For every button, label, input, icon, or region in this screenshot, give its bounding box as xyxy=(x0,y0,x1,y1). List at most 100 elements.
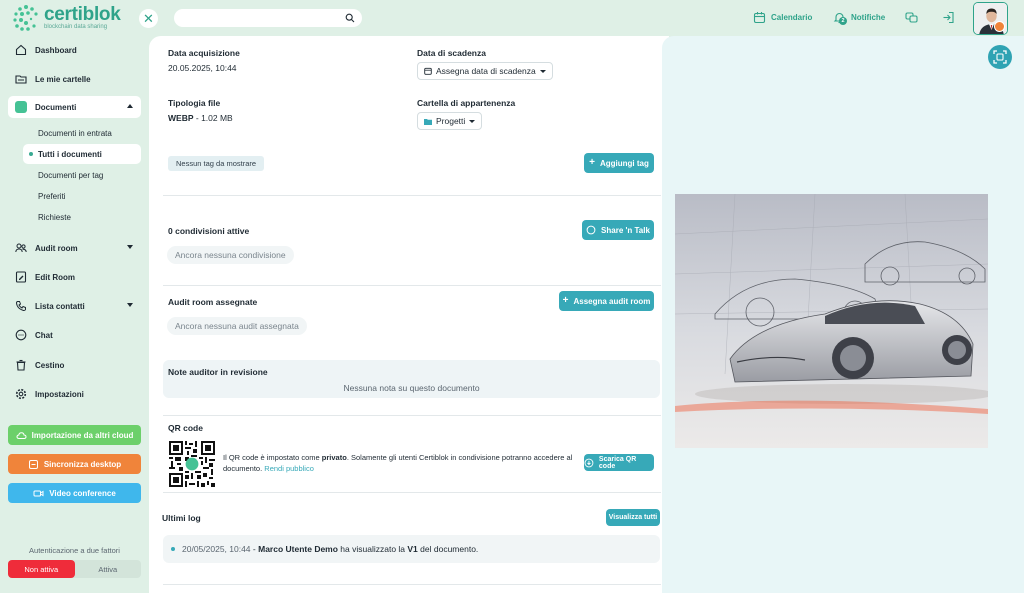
folder-dropdown[interactable]: Progetti xyxy=(417,112,483,130)
sidebar-item-label: Cestino xyxy=(35,360,65,370)
section-divider xyxy=(163,195,661,196)
avatar-status-badge xyxy=(994,21,1005,32)
chat-icon xyxy=(15,329,27,341)
fullscreen-preview-button[interactable] xyxy=(988,45,1012,69)
top-bar: certiblok blockchain data sharing ✕ Cale… xyxy=(0,0,1024,36)
sidebar-sub-by-tag[interactable]: Documenti per tag xyxy=(23,165,141,185)
search-input[interactable] xyxy=(174,9,334,27)
desktop-sync-label: Sincronizza desktop xyxy=(43,459,122,469)
sidebar-item-label: Audit room xyxy=(35,243,78,253)
close-sidebar-button[interactable]: ✕ xyxy=(139,9,158,28)
log-user: Marco Utente Demo xyxy=(258,544,338,554)
sidebar-item-settings[interactable]: Impostazioni xyxy=(8,383,141,405)
log-action: ha visualizzato la xyxy=(337,544,408,554)
sidebar-item-audit-room[interactable]: Audit room xyxy=(8,237,141,259)
caret-down-icon xyxy=(469,119,476,123)
auditor-notes-box: Note auditor in revisione Nessuna nota s… xyxy=(163,360,660,398)
sidebar-item-edit-room[interactable]: Edit Room xyxy=(8,266,141,288)
sidebar-sub-favorites[interactable]: Preferiti xyxy=(23,186,141,206)
view-all-logs-button[interactable]: Visualizza tutti xyxy=(606,509,660,526)
log-bullet xyxy=(171,547,175,551)
no-tags-chip: Nessun tag da mostrare xyxy=(168,156,265,171)
trash-icon xyxy=(16,359,26,371)
sidebar-item-documents[interactable]: Documenti xyxy=(8,96,141,118)
acquisition-date-label: Data acquisizione xyxy=(168,48,240,58)
assign-audit-room-button[interactable]: + Assegna audit room xyxy=(559,291,654,311)
phone-icon xyxy=(15,301,26,312)
app-name: certiblok xyxy=(44,4,121,25)
make-public-link[interactable]: Rendi pubblico xyxy=(264,464,314,473)
calendar-icon xyxy=(424,67,432,75)
video-camera-icon xyxy=(33,490,44,496)
qr-privacy-state: privato xyxy=(321,453,347,462)
sidebar-item-label: Dashboard xyxy=(35,45,77,55)
plus-icon: + xyxy=(562,295,569,306)
cloud-import-button[interactable]: Importazione da altri cloud xyxy=(8,425,141,445)
chevron-down-icon xyxy=(127,303,133,307)
section-divider xyxy=(163,285,661,286)
certiblok-logo-icon xyxy=(13,5,38,31)
qr-code-description: Il QR code è impostato come privato. Sol… xyxy=(223,452,579,474)
sidebar-item-label: Edit Room xyxy=(35,272,75,282)
sidebar-item-label: Lista contatti xyxy=(35,301,85,311)
search-icon[interactable] xyxy=(345,13,355,23)
file-type-label: Tipologia file xyxy=(168,98,221,108)
active-shares-title: 0 condivisioni attive xyxy=(168,226,250,236)
notification-badge: 2 xyxy=(839,17,847,25)
folder-label: Cartella di appartenenza xyxy=(417,98,516,108)
file-type: WEBP xyxy=(168,113,194,123)
chat-shortcut-button[interactable] xyxy=(905,11,918,24)
document-icon xyxy=(15,101,27,113)
sidebar-item-label: Chat xyxy=(35,330,53,340)
user-avatar[interactable] xyxy=(973,2,1008,35)
sidebar-item-folders[interactable]: Le mie cartelle xyxy=(8,68,141,90)
log-entry: 20/05/2025, 10:44 - Marco Utente Demo ha… xyxy=(163,535,660,563)
log-suffix: del documento. xyxy=(417,544,479,554)
chevron-down-icon xyxy=(127,245,133,249)
sidebar-item-dashboard[interactable]: Dashboard xyxy=(8,39,141,61)
assign-expiry-label: Assegna data di scadenza xyxy=(436,66,536,76)
sidebar-item-trash[interactable]: Cestino xyxy=(8,354,141,376)
app-logo[interactable]: certiblok blockchain data sharing xyxy=(12,4,121,32)
sidebar-sub-all-documents[interactable]: Tutti i documenti xyxy=(23,144,141,164)
desktop-sync-button[interactable]: Sincronizza desktop xyxy=(8,454,141,474)
sidebar-item-contacts[interactable]: Lista contatti xyxy=(8,295,141,317)
sidebar-item-label: Impostazioni xyxy=(35,389,84,399)
download-qr-button[interactable]: Scarica QR code xyxy=(584,454,654,471)
share-n-talk-button[interactable]: Share 'n Talk xyxy=(582,220,654,240)
sync-icon xyxy=(28,459,38,469)
sidebar-sub-label: Tutti i documenti xyxy=(38,149,102,159)
folder-icon xyxy=(15,75,27,84)
video-conference-button[interactable]: Video conference xyxy=(8,483,141,503)
assign-expiry-dropdown[interactable]: Assegna data di scadenza xyxy=(417,62,553,80)
qr-code-image xyxy=(169,441,215,487)
twofa-on-option[interactable]: Attiva xyxy=(75,560,142,578)
sidebar-sub-requests[interactable]: Richieste xyxy=(23,207,141,227)
download-qr-label: Scarica QR code xyxy=(598,455,637,470)
edit-document-icon xyxy=(15,271,27,283)
section-divider xyxy=(163,492,661,493)
users-icon xyxy=(15,243,27,253)
calendar-button[interactable]: Calendario xyxy=(753,11,812,24)
search-bar[interactable] xyxy=(174,9,362,27)
twofa-toggle[interactable]: Non attiva Attiva xyxy=(8,560,141,578)
document-preview-image[interactable] xyxy=(675,194,988,448)
plus-icon: + xyxy=(589,157,595,168)
notifications-button[interactable]: 2 Notifiche xyxy=(833,11,885,25)
qr-text-before: Il QR code è impostato come xyxy=(223,453,322,462)
twofa-off-option[interactable]: Non attiva xyxy=(8,560,75,578)
sidebar-sub-label: Preferiti xyxy=(38,191,66,201)
section-divider xyxy=(163,584,661,585)
sidebar-sub-incoming[interactable]: Documenti in entrata xyxy=(23,123,141,143)
add-tag-button[interactable]: + Aggiungi tag xyxy=(584,153,654,173)
gear-icon xyxy=(15,388,27,400)
sidebar-sub-label: Documenti in entrata xyxy=(38,128,112,138)
video-conference-label: Video conference xyxy=(49,488,116,498)
scan-frame-icon xyxy=(993,50,1007,64)
logout-button[interactable] xyxy=(942,11,955,24)
chat-bubbles-icon xyxy=(905,12,918,23)
sidebar-item-chat[interactable]: Chat xyxy=(8,324,141,346)
folder-value: Progetti xyxy=(436,116,466,126)
sidebar-item-label: Le mie cartelle xyxy=(35,74,91,84)
file-size: - 1.02 MB xyxy=(195,113,233,123)
